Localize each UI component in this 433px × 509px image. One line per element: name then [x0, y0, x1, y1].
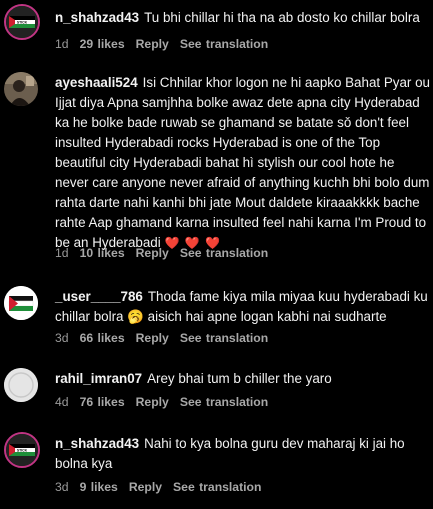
- comment-meta: 1d 29 likes Reply See translation: [55, 37, 279, 51]
- reply-button[interactable]: Reply: [136, 395, 169, 409]
- username-link[interactable]: rahil_imran07: [55, 371, 142, 386]
- comment-body: Arey bhai tum b chiller the yaro: [147, 371, 332, 386]
- username-link[interactable]: _user____786: [55, 289, 143, 304]
- comment-item: rahil_imran07 Arey bhai tum b chiller the…: [0, 362, 433, 414]
- comment-meta: 4d 76 likes Reply See translation: [55, 395, 279, 409]
- reply-button[interactable]: Reply: [136, 331, 169, 345]
- comment-text: _user____786 Thoda fame kiya mila miyaa k…: [55, 287, 433, 327]
- flag-avatar-icon: [4, 286, 38, 320]
- comment-item: ayeshaali524 Isi Chhilar khor logon ne hi…: [0, 66, 433, 266]
- comment-item: STICK n_shahzad43 Tu bhi chillar hi tha n…: [0, 0, 433, 60]
- timestamp: 3d: [55, 480, 69, 494]
- reply-button[interactable]: Reply: [129, 480, 162, 494]
- comment-item: STICK n_shahzad43 Nahi to kya bolna guru …: [0, 428, 433, 508]
- avatar[interactable]: [4, 368, 38, 402]
- comment-body: Tu bhi chillar hi tha na ab dosto ko chi…: [144, 10, 420, 25]
- comment-text: rahil_imran07 Arey bhai tum b chiller the…: [55, 369, 433, 389]
- comment-item: _user____786 Thoda fame kiya mila miyaa k…: [0, 280, 433, 350]
- comment-meta: 3d 9 likes Reply See translation: [55, 480, 272, 494]
- likes-count[interactable]: 10 likes: [80, 246, 125, 260]
- comment-text: n_shahzad43 Nahi to kya bolna guru dev ma…: [55, 434, 425, 474]
- likes-count[interactable]: 66 likes: [80, 331, 125, 345]
- timestamp: 1d: [55, 37, 69, 51]
- comment-meta: 1d 10 likes Reply See translation: [55, 246, 279, 260]
- see-translation-link[interactable]: See translation: [180, 331, 268, 345]
- reply-button[interactable]: Reply: [136, 246, 169, 260]
- svg-text:STICK: STICK: [17, 449, 28, 453]
- likes-count[interactable]: 9 likes: [80, 480, 118, 494]
- comment-text: ayeshaali524 Isi Chhilar khor logon ne hi…: [55, 73, 430, 253]
- avatar[interactable]: STICK: [4, 432, 40, 468]
- see-translation-link[interactable]: See translation: [180, 395, 268, 409]
- default-avatar-icon: [4, 368, 38, 402]
- timestamp: 4d: [55, 395, 69, 409]
- reply-button[interactable]: Reply: [136, 37, 169, 51]
- yawn-emoji: 🥱: [127, 309, 144, 324]
- flag-avatar-icon: STICK: [6, 6, 38, 38]
- see-translation-link[interactable]: See translation: [173, 480, 261, 494]
- likes-count[interactable]: 76 likes: [80, 395, 125, 409]
- comment-meta: 3d 66 likes Reply See translation: [55, 331, 279, 345]
- flag-avatar-icon: STICK: [6, 434, 38, 466]
- username-link[interactable]: n_shahzad43: [55, 10, 139, 25]
- see-translation-link[interactable]: See translation: [180, 246, 268, 260]
- svg-text:STICK: STICK: [17, 21, 28, 25]
- profile-photo-icon: [4, 72, 38, 106]
- comment-body: Isi Chhilar khor logon ne hi aapko Bahat…: [55, 75, 430, 250]
- likes-count[interactable]: 29 likes: [80, 37, 125, 51]
- timestamp: 1d: [55, 246, 69, 260]
- username-link[interactable]: n_shahzad43: [55, 436, 139, 451]
- comment-text: n_shahzad43 Tu bhi chillar hi tha na ab d…: [55, 8, 433, 28]
- timestamp: 3d: [55, 331, 69, 345]
- see-translation-link[interactable]: See translation: [180, 37, 268, 51]
- comment-body-continued: aisich hai apne logan kabhi nai sudharte: [147, 309, 387, 324]
- avatar[interactable]: [4, 286, 38, 320]
- username-link[interactable]: ayeshaali524: [55, 75, 138, 90]
- avatar[interactable]: STICK: [4, 4, 40, 40]
- avatar[interactable]: [4, 72, 38, 106]
